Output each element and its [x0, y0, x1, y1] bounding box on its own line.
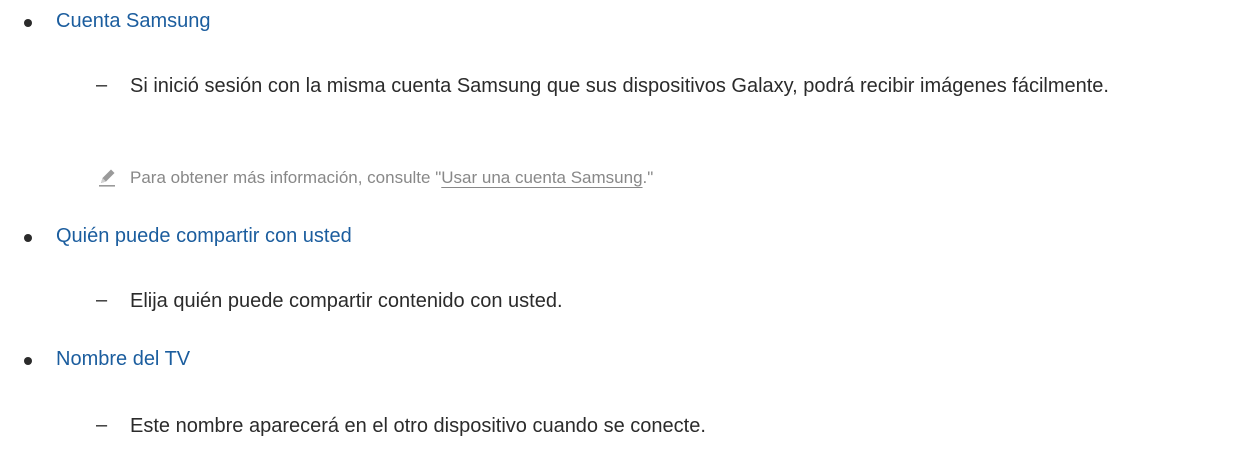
heading-cuenta-samsung[interactable]: Cuenta Samsung: [56, 10, 211, 33]
description-quien-puede-compartir: Elija quién puede compartir contenido co…: [130, 290, 563, 312]
note-prefix: Para obtener más información, consulte ": [130, 168, 442, 187]
settings-help-page: Cuenta Samsung – Si inició sesión con la…: [0, 0, 1233, 455]
heading-quien-puede-compartir[interactable]: Quién puede compartir con usted: [56, 225, 352, 248]
bullet-dot: [24, 234, 32, 242]
description-nombre-del-tv: Este nombre aparecerá en el otro disposi…: [130, 415, 706, 437]
dash-marker: –: [96, 414, 108, 436]
pencil-note-icon: [99, 169, 115, 187]
bullet-dot: [24, 357, 32, 365]
note-more-info: Para obtener más información, consulte "…: [130, 168, 653, 188]
bullet-dot: [24, 19, 32, 27]
heading-nombre-del-tv[interactable]: Nombre del TV: [56, 348, 190, 371]
link-usar-cuenta-samsung[interactable]: Usar una cuenta Samsung: [441, 168, 642, 187]
dash-marker: –: [96, 289, 108, 311]
note-suffix: .": [642, 168, 654, 187]
dash-marker: –: [96, 74, 108, 96]
description-cuenta-samsung: Si inició sesión con la misma cuenta Sam…: [130, 75, 1109, 97]
